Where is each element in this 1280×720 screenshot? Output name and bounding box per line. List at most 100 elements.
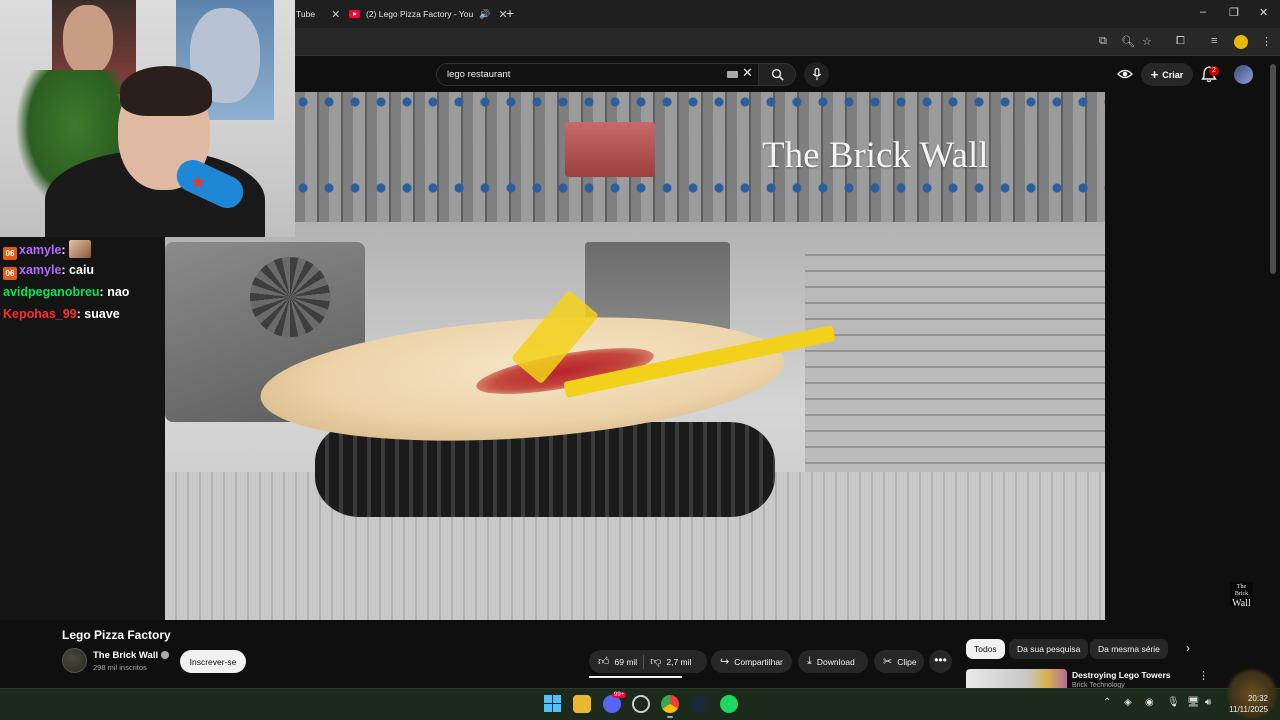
notifications-badge: 2 — [1209, 66, 1219, 76]
divider — [643, 654, 645, 669]
chat-user-badge: 06 — [3, 267, 17, 280]
speaker-icon[interactable]: 🔊 — [479, 9, 490, 20]
webcam-overlay: ★ — [0, 0, 295, 237]
tab-label: (2) Lego Pizza Factory - You — [366, 9, 474, 19]
windows-start-icon[interactable] — [544, 695, 561, 712]
download-button[interactable]: ⤓ Download — [798, 650, 868, 673]
media-controls-icon[interactable]: ≡ — [1211, 35, 1217, 47]
discord-badge: 99+ — [612, 692, 627, 698]
clock-time: 20:32 — [1247, 694, 1268, 703]
chat-username: avidpeganobreu — [3, 285, 100, 299]
tray-volume-icon[interactable]: 🔊︎ — [1205, 697, 1211, 708]
close-window-icon[interactable]: ✕ — [1259, 6, 1268, 19]
recommendation-title[interactable]: Destroying Lego Towers — [1072, 670, 1171, 680]
browser-profile-avatar[interactable] — [1234, 35, 1248, 49]
chip-same-series[interactable]: Da mesma série — [1090, 639, 1168, 659]
channel-watermark-logo[interactable]: The Brick Wall — [1230, 582, 1253, 609]
share-label: Compartilhar — [734, 656, 783, 667]
create-button[interactable]: + Criar — [1141, 63, 1193, 86]
search-input-value[interactable]: lego restaurant — [447, 69, 510, 80]
create-label: Criar — [1162, 69, 1184, 80]
share-button[interactable]: ↪ Compartilhar — [711, 650, 792, 673]
search-icon — [771, 68, 784, 81]
browser-tab-youtube-1[interactable]: Tube ✕ — [296, 4, 340, 24]
share-arrow-icon: ↪ — [720, 656, 730, 668]
chat-message: Kepohas_99: suave — [3, 307, 120, 321]
chat-username: xamyle — [19, 243, 62, 257]
maximize-icon[interactable]: ❐ — [1229, 6, 1239, 19]
chip-from-search[interactable]: Da sua pesquisa — [1009, 639, 1089, 659]
subscriber-count: 298 mil inscritos — [93, 663, 147, 672]
bookmark-star-icon[interactable]: ☆ — [1142, 35, 1152, 48]
minimize-icon[interactable]: – — [1200, 6, 1206, 18]
video-frame-sauce-tank — [565, 122, 655, 177]
wall-poster-detail — [63, 5, 113, 75]
cast-icon[interactable]: ⧉ — [1099, 35, 1107, 48]
recommendation-menu-icon[interactable]: ⋮ — [1198, 669, 1209, 682]
chat-message: avidpeganobreu: nao — [3, 285, 130, 299]
streamer-hair — [120, 66, 212, 116]
chat-user-badge: 06 — [3, 247, 17, 260]
chrome-icon[interactable] — [661, 695, 679, 713]
like-active-indicator — [589, 676, 682, 678]
voice-search-button[interactable] — [804, 62, 829, 87]
new-tab-icon[interactable]: + — [506, 5, 514, 21]
spotify-icon[interactable] — [720, 695, 738, 713]
channel-name-text: The Brick Wall — [93, 650, 159, 661]
file-explorer-icon[interactable] — [573, 695, 591, 713]
youtube-account-avatar[interactable] — [1234, 65, 1253, 84]
thumbs-up-icon[interactable]: 👍︎ — [598, 655, 610, 668]
clip-label: Clipe — [897, 656, 917, 667]
tray-network-icon[interactable]: 🖥︎ — [1187, 697, 1200, 708]
microphone-star-icon: ★ — [190, 172, 207, 192]
chat-text: suave — [84, 307, 120, 321]
watermark-big-text: Wall — [1232, 598, 1251, 609]
scissors-icon: ✂ — [883, 656, 893, 668]
zoom-icon[interactable]: 🔍︎ — [1121, 35, 1135, 48]
steam-icon[interactable] — [690, 695, 708, 713]
plus-icon: + — [1150, 67, 1159, 82]
video-frame-gear — [250, 257, 330, 337]
clip-button[interactable]: ✂ Clipe — [874, 650, 924, 673]
browser-menu-icon[interactable]: ⋮ — [1261, 35, 1272, 48]
channel-avatar[interactable] — [62, 648, 87, 673]
youtube-favicon-icon — [349, 10, 360, 18]
recommendation-thumbnail[interactable] — [966, 669, 1067, 688]
tab-label: Tube — [296, 9, 316, 19]
page-scrollbar[interactable] — [1270, 64, 1276, 274]
tray-app-icon[interactable]: ◉ — [1145, 697, 1154, 708]
extensions-icon[interactable]: ⧠ — [1176, 35, 1185, 48]
video-watermark-title: The Brick Wall — [762, 135, 989, 176]
close-tab-icon[interactable]: ✕ — [331, 8, 340, 21]
clear-search-icon[interactable]: ✕ — [742, 65, 753, 81]
obs-icon[interactable] — [632, 695, 650, 713]
clock-date: 11/11/2025 — [1229, 705, 1268, 714]
download-icon: ⤓ — [807, 655, 812, 667]
browser-tab-lego-pizza[interactable]: (2) Lego Pizza Factory - You 🔊 ✕ — [349, 4, 508, 24]
more-actions-button[interactable]: ••• — [929, 650, 952, 673]
like-count[interactable]: 69 mil — [615, 657, 638, 667]
video-frame-detail — [295, 96, 1105, 108]
chat-emote-image — [69, 240, 92, 258]
verified-badge-icon — [161, 651, 170, 659]
tray-mic-icon[interactable]: 🎙︎ — [1167, 697, 1180, 708]
dislike-count[interactable]: 2,7 mil — [666, 657, 691, 667]
chevron-right-icon[interactable]: › — [1186, 641, 1190, 655]
video-player[interactable]: The Brick Wall — [165, 92, 1105, 620]
chat-message: 06 xamyle: caiu — [3, 263, 94, 280]
keyboard-icon[interactable] — [727, 71, 738, 78]
like-dislike-group: 👍︎ 69 mil 👎︎ 2,7 mil — [589, 650, 707, 673]
thumbs-down-icon[interactable]: 👎︎ — [650, 655, 661, 668]
tray-app-icon[interactable]: ◈ — [1124, 697, 1132, 708]
channel-name[interactable]: The Brick Wall — [93, 650, 170, 661]
microphone-icon — [812, 68, 821, 81]
taskbar-clock[interactable]: 20:32 11/11/2025 — [1226, 693, 1268, 715]
chat-username: xamyle — [19, 263, 62, 277]
subscribe-button[interactable]: Inscrever-se — [180, 650, 246, 673]
chat-text: nao — [107, 285, 130, 299]
chip-all[interactable]: Todos — [966, 639, 1005, 659]
eye-icon[interactable] — [1117, 67, 1133, 81]
search-button[interactable] — [758, 63, 796, 86]
download-label: Download — [816, 656, 855, 667]
tray-chevron-icon[interactable]: ⌃ — [1103, 697, 1111, 708]
